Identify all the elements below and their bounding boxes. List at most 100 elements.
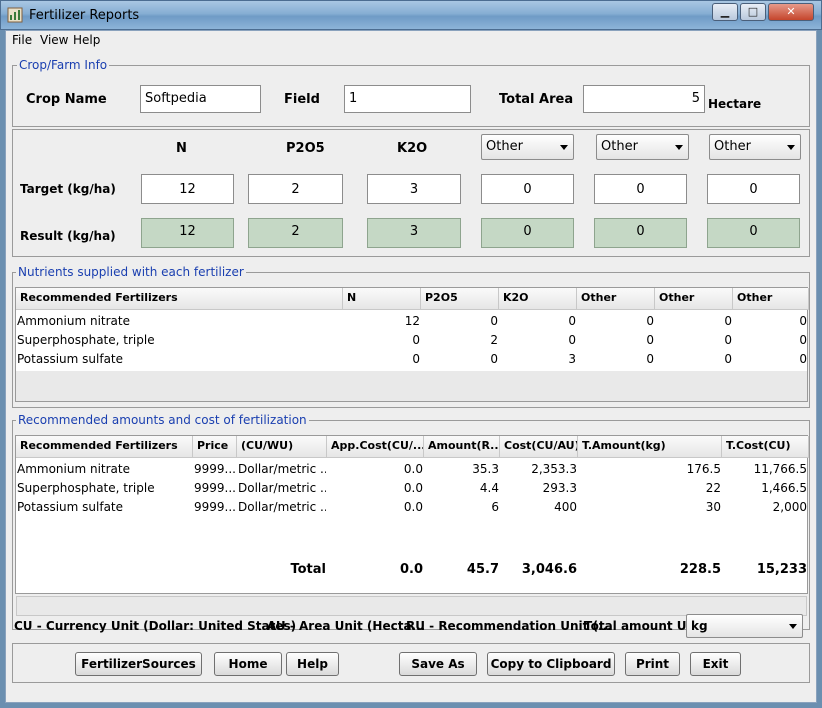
help-button[interactable]: Help (286, 652, 339, 676)
col-header-other-2[interactable]: Other (655, 288, 733, 310)
col-header-other-3[interactable]: Other (733, 288, 809, 310)
menu-bar: File View Help (6, 31, 816, 51)
close-button[interactable]: ✕ (768, 3, 814, 21)
result-other-2: 0 (594, 218, 687, 248)
col-header-price[interactable]: Price (193, 436, 237, 458)
chevron-down-icon (787, 145, 795, 150)
table-row[interactable]: Ammonium nitrate 9999... Dollar/metric .… (16, 460, 807, 479)
cell-n: 12 (404, 314, 420, 328)
cell-price: 9999... (194, 462, 236, 476)
target-other-2[interactable]: 0 (594, 174, 687, 204)
recommended-cost-legend: Recommended amounts and cost of fertiliz… (16, 413, 309, 427)
minimize-button[interactable]: ▁ (712, 3, 738, 21)
total-amount-unit-select[interactable]: kg (686, 614, 803, 638)
col-header-fertilizers[interactable]: Recommended Fertilizers (16, 436, 193, 458)
cell-unit: Dollar/metric ... (238, 500, 326, 514)
fertilizer-name: Potassium sulfate (17, 500, 124, 514)
fertilizer-sources-button[interactable]: FertilizerSources (75, 652, 202, 676)
cell-other-1: 0 (646, 352, 654, 366)
col-header-k2o[interactable]: K2O (499, 288, 577, 310)
recommended-cost-table: Recommended Fertilizers Price (CU/WU) Ap… (15, 435, 809, 594)
result-p2o5: 2 (248, 218, 343, 248)
cell-app-cost: 0.0 (403, 462, 423, 476)
result-n: 12 (141, 218, 234, 248)
col-header-app-cost[interactable]: App.Cost(CU/... (327, 436, 424, 458)
print-button[interactable]: Print (625, 652, 680, 676)
title-bar[interactable]: Fertilizer Reports ▁ □ ✕ (0, 0, 822, 30)
cell-amount: 4.4 (479, 481, 499, 495)
total-row: Total 0.0 45.7 3,046.6 228.5 15,233 (16, 560, 807, 582)
cell-t-cost: 2,000 (772, 500, 807, 514)
crop-info-legend: Crop/Farm Info (17, 58, 110, 72)
col-header-t-cost[interactable]: T.Cost(CU) (722, 436, 809, 458)
col-header-p2o5[interactable]: P2O5 (421, 288, 499, 310)
maximize-button[interactable]: □ (740, 3, 766, 21)
total-area-field[interactable]: 5 (583, 85, 705, 113)
total-cost: 3,046.6 (521, 562, 577, 577)
col-header-amount[interactable]: Amount(R... (424, 436, 500, 458)
table-row[interactable]: Ammonium nitrate 12 0 0 0 0 0 (16, 312, 807, 331)
copy-to-clipboard-button[interactable]: Copy to Clipboard (487, 652, 615, 676)
cell-t-cost: 11,766.5 (753, 462, 807, 476)
result-other-1: 0 (481, 218, 574, 248)
cell-t-cost: 1,466.5 (761, 481, 807, 495)
result-other-3: 0 (707, 218, 800, 248)
cell-unit: Dollar/metric ... (238, 462, 326, 476)
other-nutrient-select-3[interactable]: Other (709, 134, 801, 160)
menu-help[interactable]: Help (73, 33, 100, 47)
cell-other-1: 0 (646, 333, 654, 347)
other-nutrient-select-1[interactable]: Other (481, 134, 574, 160)
menu-file[interactable]: File (12, 33, 32, 47)
cell-cost: 400 (554, 500, 577, 514)
col-header-n[interactable]: N (343, 288, 421, 310)
nutrients-supplied-table: Recommended Fertilizers N P2O5 K2O Other… (15, 287, 809, 402)
chevron-down-icon (789, 624, 797, 629)
app-icon (7, 7, 23, 23)
fertilizer-name: Ammonium nitrate (17, 462, 130, 476)
target-p2o5[interactable]: 2 (248, 174, 343, 204)
cell-t-amount: 30 (705, 500, 721, 514)
fertilizer-name: Superphosphate, triple (17, 481, 155, 495)
table-row[interactable]: Potassium sulfate 0 0 3 0 0 0 (16, 350, 807, 369)
col-header-cost[interactable]: Cost(CU/AU) (500, 436, 578, 458)
home-button[interactable]: Home (214, 652, 282, 676)
target-other-3[interactable]: 0 (707, 174, 800, 204)
menu-view[interactable]: View (40, 33, 68, 47)
table-row[interactable]: Superphosphate, triple 9999... Dollar/me… (16, 479, 807, 498)
field-label: Field (284, 92, 320, 107)
table-row[interactable]: Superphosphate, triple 0 2 0 0 0 0 (16, 331, 807, 350)
cell-n: 0 (412, 333, 420, 347)
total-label: Total (290, 562, 326, 577)
window-client: File View Help Crop/Farm Info Crop Name … (5, 30, 817, 703)
cell-app-cost: 0.0 (403, 500, 423, 514)
col-header-other-1[interactable]: Other (577, 288, 655, 310)
target-k2o[interactable]: 3 (367, 174, 461, 204)
area-unit-label: Hectare (708, 97, 762, 111)
col-header-fertilizers[interactable]: Recommended Fertilizers (16, 288, 343, 310)
target-label: Target (kg/ha) (20, 182, 116, 196)
col-header-t-amount[interactable]: T.Amount(kg) (578, 436, 722, 458)
crop-name-field[interactable]: Softpedia (140, 85, 261, 113)
other-nutrient-select-2[interactable]: Other (596, 134, 689, 160)
field-input[interactable]: 1 (344, 85, 471, 113)
cell-t-amount: 22 (705, 481, 721, 495)
nutrients-supplied-legend: Nutrients supplied with each fertilizer (16, 265, 246, 279)
cell-app-cost: 0.0 (403, 481, 423, 495)
fertilizer-name: Potassium sulfate (17, 352, 124, 366)
cell-p2o5: 2 (490, 333, 498, 347)
total-t-cost: 15,233 (756, 562, 807, 577)
total-app-cost: 0.0 (399, 562, 423, 577)
save-as-button[interactable]: Save As (399, 652, 477, 676)
col-header-cu-wu[interactable]: (CU/WU) (237, 436, 327, 458)
target-n[interactable]: 12 (141, 174, 234, 204)
table-row[interactable]: Potassium sulfate 9999... Dollar/metric … (16, 498, 807, 517)
cell-price: 9999... (194, 500, 236, 514)
cell-price: 9999... (194, 481, 236, 495)
area-unit-note: AU - Area Unit (Hecta... (267, 619, 426, 633)
table-empty-area (16, 371, 807, 401)
cell-amount: 35.3 (472, 462, 499, 476)
cell-n: 0 (412, 352, 420, 366)
target-other-1[interactable]: 0 (481, 174, 574, 204)
cell-k2o: 0 (568, 333, 576, 347)
exit-button[interactable]: Exit (690, 652, 741, 676)
